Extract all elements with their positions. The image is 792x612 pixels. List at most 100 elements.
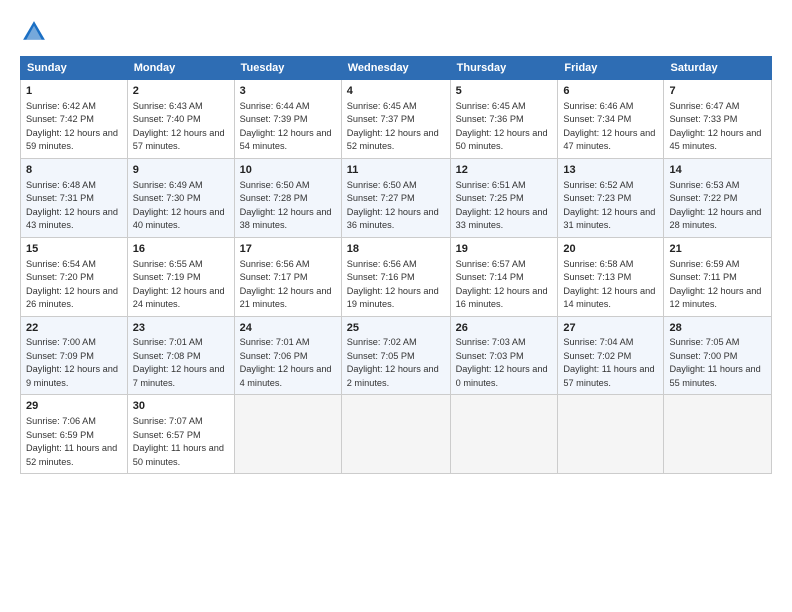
calendar-day-cell: 22Sunrise: 7:00 AMSunset: 7:09 PMDayligh… — [21, 316, 128, 395]
day-number: 14 — [669, 163, 766, 178]
day-detail: Sunrise: 7:06 AMSunset: 6:59 PMDaylight:… — [26, 416, 117, 467]
calendar-day-cell: 28Sunrise: 7:05 AMSunset: 7:00 PMDayligh… — [664, 316, 772, 395]
day-detail: Sunrise: 6:54 AMSunset: 7:20 PMDaylight:… — [26, 259, 118, 310]
day-number: 11 — [347, 163, 445, 178]
day-of-week-header: Sunday — [21, 57, 128, 80]
calendar-week-row: 22Sunrise: 7:00 AMSunset: 7:09 PMDayligh… — [21, 316, 772, 395]
calendar-day-cell — [234, 395, 341, 474]
day-number: 10 — [240, 163, 336, 178]
calendar-day-cell — [664, 395, 772, 474]
day-detail: Sunrise: 7:01 AMSunset: 7:06 PMDaylight:… — [240, 337, 332, 388]
calendar-day-cell: 9 Sunrise: 6:49 AMSunset: 7:30 PMDaylight… — [127, 158, 234, 237]
day-number: 1 — [26, 84, 122, 99]
day-number: 26 — [456, 321, 553, 336]
calendar-day-cell: 4Sunrise: 6:45 AMSunset: 7:37 PMDaylight… — [341, 80, 450, 159]
calendar-day-cell: 29 Sunrise: 7:06 AMSunset: 6:59 PMDayligh… — [21, 395, 128, 474]
day-detail: Sunrise: 6:44 AMSunset: 7:39 PMDaylight:… — [240, 101, 332, 152]
day-number: 27 — [563, 321, 658, 336]
day-detail: Sunrise: 7:02 AMSunset: 7:05 PMDaylight:… — [347, 337, 439, 388]
day-number: 12 — [456, 163, 553, 178]
calendar-week-row: 8 Sunrise: 6:48 AMSunset: 7:31 PMDaylight… — [21, 158, 772, 237]
day-detail: Sunrise: 7:01 AMSunset: 7:08 PMDaylight:… — [133, 337, 225, 388]
day-detail: Sunrise: 6:53 AMSunset: 7:22 PMDaylight:… — [669, 180, 761, 231]
calendar-day-cell: 25Sunrise: 7:02 AMSunset: 7:05 PMDayligh… — [341, 316, 450, 395]
day-number: 19 — [456, 242, 553, 257]
logo — [20, 18, 52, 46]
day-number: 2 — [133, 84, 229, 99]
day-number: 5 — [456, 84, 553, 99]
calendar-week-row: 1 Sunrise: 6:42 AMSunset: 7:42 PMDaylight… — [21, 80, 772, 159]
day-number: 23 — [133, 321, 229, 336]
day-number: 25 — [347, 321, 445, 336]
day-detail: Sunrise: 6:43 AMSunset: 7:40 PMDaylight:… — [133, 101, 225, 152]
calendar-day-cell: 19Sunrise: 6:57 AMSunset: 7:14 PMDayligh… — [450, 237, 558, 316]
calendar-day-cell: 16 Sunrise: 6:55 AMSunset: 7:19 PMDayligh… — [127, 237, 234, 316]
day-number: 17 — [240, 242, 336, 257]
day-detail: Sunrise: 6:56 AMSunset: 7:16 PMDaylight:… — [347, 259, 439, 310]
calendar-day-cell: 7Sunrise: 6:47 AMSunset: 7:33 PMDaylight… — [664, 80, 772, 159]
day-number: 7 — [669, 84, 766, 99]
day-detail: Sunrise: 6:51 AMSunset: 7:25 PMDaylight:… — [456, 180, 548, 231]
day-detail: Sunrise: 6:49 AMSunset: 7:30 PMDaylight:… — [133, 180, 225, 231]
day-of-week-header: Friday — [558, 57, 664, 80]
calendar-day-cell: 21 Sunrise: 6:59 AMSunset: 7:11 PMDayligh… — [664, 237, 772, 316]
day-of-week-header: Monday — [127, 57, 234, 80]
calendar-day-cell: 1 Sunrise: 6:42 AMSunset: 7:42 PMDaylight… — [21, 80, 128, 159]
calendar-day-cell: 11 Sunrise: 6:50 AMSunset: 7:27 PMDayligh… — [341, 158, 450, 237]
day-detail: Sunrise: 6:45 AMSunset: 7:37 PMDaylight:… — [347, 101, 439, 152]
day-number: 18 — [347, 242, 445, 257]
day-number: 29 — [26, 399, 122, 414]
day-detail: Sunrise: 7:04 AMSunset: 7:02 PMDaylight:… — [563, 337, 654, 388]
calendar-day-cell: 23Sunrise: 7:01 AMSunset: 7:08 PMDayligh… — [127, 316, 234, 395]
day-of-week-header: Tuesday — [234, 57, 341, 80]
calendar-day-cell: 12 Sunrise: 6:51 AMSunset: 7:25 PMDayligh… — [450, 158, 558, 237]
day-number: 24 — [240, 321, 336, 336]
header — [20, 18, 772, 46]
logo-icon — [20, 18, 48, 46]
day-detail: Sunrise: 7:07 AMSunset: 6:57 PMDaylight:… — [133, 416, 224, 467]
calendar-day-cell: 17Sunrise: 6:56 AMSunset: 7:17 PMDayligh… — [234, 237, 341, 316]
day-detail: Sunrise: 6:46 AMSunset: 7:34 PMDaylight:… — [563, 101, 655, 152]
calendar-day-cell: 6 Sunrise: 6:46 AMSunset: 7:34 PMDaylight… — [558, 80, 664, 159]
calendar-week-row: 15 Sunrise: 6:54 AMSunset: 7:20 PMDayligh… — [21, 237, 772, 316]
day-number: 20 — [563, 242, 658, 257]
day-number: 30 — [133, 399, 229, 414]
calendar-day-cell — [450, 395, 558, 474]
day-detail: Sunrise: 6:48 AMSunset: 7:31 PMDaylight:… — [26, 180, 118, 231]
calendar-day-cell: 26Sunrise: 7:03 AMSunset: 7:03 PMDayligh… — [450, 316, 558, 395]
day-of-week-header: Wednesday — [341, 57, 450, 80]
calendar-page: SundayMondayTuesdayWednesdayThursdayFrid… — [0, 0, 792, 612]
calendar-day-cell: 3 Sunrise: 6:44 AMSunset: 7:39 PMDaylight… — [234, 80, 341, 159]
calendar-day-cell: 18 Sunrise: 6:56 AMSunset: 7:16 PMDayligh… — [341, 237, 450, 316]
calendar-day-cell: 20 Sunrise: 6:58 AMSunset: 7:13 PMDayligh… — [558, 237, 664, 316]
day-detail: Sunrise: 6:58 AMSunset: 7:13 PMDaylight:… — [563, 259, 655, 310]
day-number: 8 — [26, 163, 122, 178]
calendar-week-row: 29 Sunrise: 7:06 AMSunset: 6:59 PMDayligh… — [21, 395, 772, 474]
calendar-table: SundayMondayTuesdayWednesdayThursdayFrid… — [20, 56, 772, 474]
calendar-day-cell: 27Sunrise: 7:04 AMSunset: 7:02 PMDayligh… — [558, 316, 664, 395]
day-detail: Sunrise: 7:05 AMSunset: 7:00 PMDaylight:… — [669, 337, 760, 388]
day-number: 22 — [26, 321, 122, 336]
day-detail: Sunrise: 6:52 AMSunset: 7:23 PMDaylight:… — [563, 180, 655, 231]
day-number: 28 — [669, 321, 766, 336]
day-number: 15 — [26, 242, 122, 257]
day-detail: Sunrise: 6:42 AMSunset: 7:42 PMDaylight:… — [26, 101, 118, 152]
days-of-week-row: SundayMondayTuesdayWednesdayThursdayFrid… — [21, 57, 772, 80]
day-number: 9 — [133, 163, 229, 178]
calendar-day-cell: 24Sunrise: 7:01 AMSunset: 7:06 PMDayligh… — [234, 316, 341, 395]
day-detail: Sunrise: 6:55 AMSunset: 7:19 PMDaylight:… — [133, 259, 225, 310]
day-detail: Sunrise: 6:45 AMSunset: 7:36 PMDaylight:… — [456, 101, 548, 152]
day-number: 6 — [563, 84, 658, 99]
day-detail: Sunrise: 7:00 AMSunset: 7:09 PMDaylight:… — [26, 337, 118, 388]
day-number: 21 — [669, 242, 766, 257]
calendar-header: SundayMondayTuesdayWednesdayThursdayFrid… — [21, 57, 772, 80]
day-detail: Sunrise: 6:50 AMSunset: 7:27 PMDaylight:… — [347, 180, 439, 231]
calendar-day-cell: 8 Sunrise: 6:48 AMSunset: 7:31 PMDaylight… — [21, 158, 128, 237]
calendar-day-cell: 30 Sunrise: 7:07 AMSunset: 6:57 PMDayligh… — [127, 395, 234, 474]
day-number: 3 — [240, 84, 336, 99]
calendar-day-cell: 10Sunrise: 6:50 AMSunset: 7:28 PMDayligh… — [234, 158, 341, 237]
day-of-week-header: Thursday — [450, 57, 558, 80]
day-number: 16 — [133, 242, 229, 257]
day-detail: Sunrise: 6:59 AMSunset: 7:11 PMDaylight:… — [669, 259, 761, 310]
day-number: 13 — [563, 163, 658, 178]
